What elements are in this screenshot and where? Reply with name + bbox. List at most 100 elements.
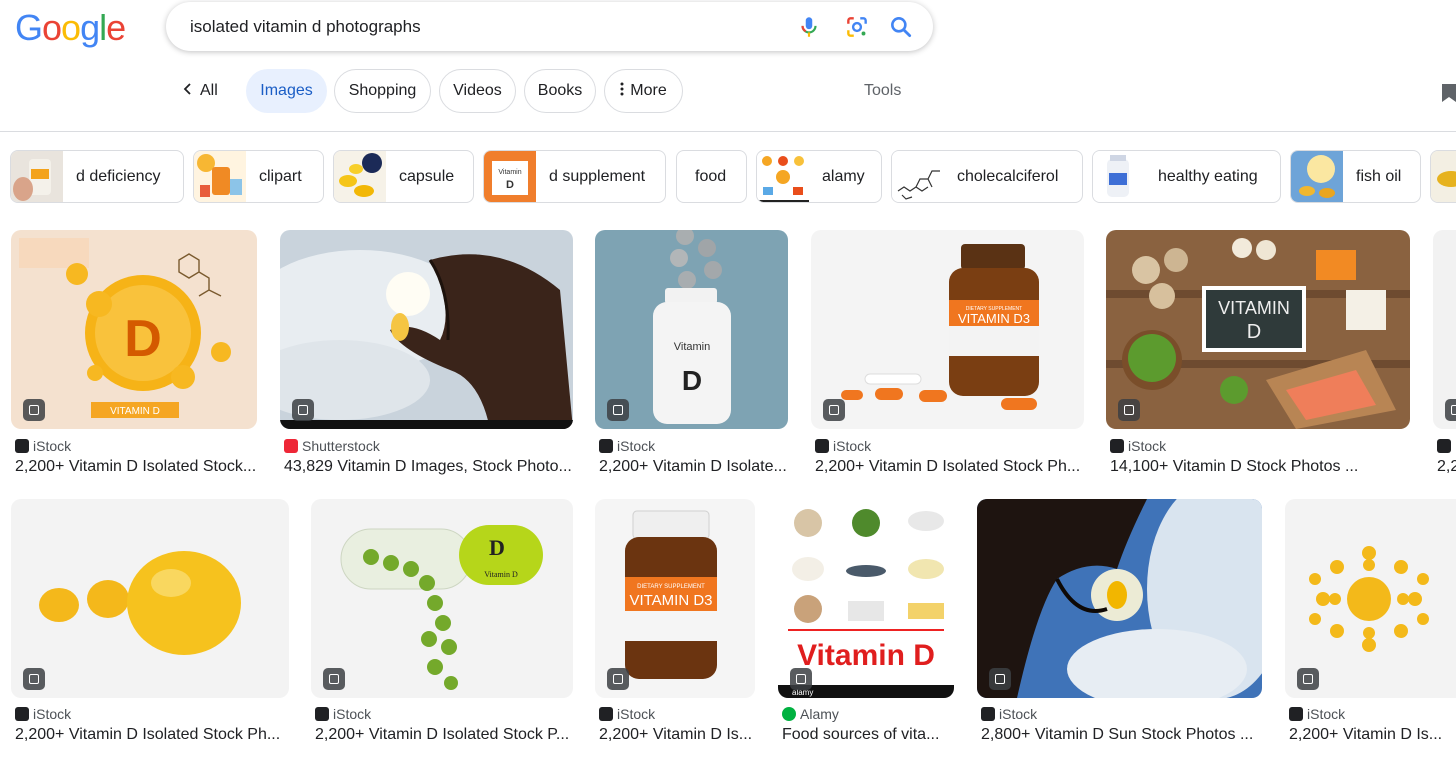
result-image[interactable]: D Vitamin D bbox=[311, 499, 573, 698]
tab-all-label: All bbox=[200, 82, 218, 99]
chip-thumbnail bbox=[757, 151, 809, 202]
search-icon[interactable] bbox=[888, 14, 914, 40]
image-text: D bbox=[1247, 321, 1261, 343]
image-type-icon bbox=[23, 668, 45, 690]
result-image[interactable]: DIETARY SUPPLEMENT VITAMIN D3 bbox=[811, 230, 1084, 429]
image-type-icon bbox=[607, 399, 629, 421]
result-title[interactable]: 2,200+ Vitamin D Isolate... bbox=[599, 456, 788, 478]
chip-food[interactable]: food bbox=[676, 150, 747, 203]
result-source[interactable]: iStock bbox=[15, 437, 71, 455]
result-source[interactable]: iStock bbox=[15, 705, 71, 723]
result-source[interactable]: Shutterstock bbox=[284, 437, 380, 455]
result-title[interactable]: 14,100+ Vitamin D Stock Photos ... bbox=[1110, 456, 1410, 478]
chip-partial[interactable] bbox=[1430, 150, 1456, 203]
chip-capsule[interactable]: capsule bbox=[333, 150, 474, 203]
result-title[interactable]: 2,200+ Vitamin D Isolated Stock... bbox=[15, 456, 257, 478]
result-source[interactable]: iStock bbox=[815, 437, 871, 455]
image-type-icon bbox=[790, 668, 812, 690]
result-title[interactable]: 2,2 bbox=[1437, 456, 1456, 478]
source-name: Shutterstock bbox=[302, 438, 380, 454]
image-type-icon bbox=[607, 668, 629, 690]
source-name: iStock bbox=[33, 438, 72, 454]
istock-favicon bbox=[1437, 439, 1451, 453]
result-image[interactable] bbox=[280, 230, 573, 429]
shutterstock-favicon bbox=[284, 439, 298, 453]
image-type-icon bbox=[323, 668, 345, 690]
tab-shopping[interactable]: Shopping bbox=[334, 69, 431, 113]
result-image[interactable] bbox=[977, 499, 1262, 698]
result-source[interactable] bbox=[1437, 437, 1455, 455]
chip-clipart[interactable]: clipart bbox=[193, 150, 324, 203]
result-title[interactable]: Food sources of vita... bbox=[782, 724, 954, 746]
result-title[interactable]: 2,800+ Vitamin D Sun Stock Photos ... bbox=[981, 724, 1262, 746]
chip-fish-oil[interactable]: fish oil bbox=[1290, 150, 1421, 203]
source-name: iStock bbox=[833, 438, 872, 454]
chip-d-supplement[interactable]: Vitamin D d supplement bbox=[483, 150, 666, 203]
result-title[interactable]: 2,200+ Vitamin D Is... bbox=[599, 724, 755, 746]
source-name: iStock bbox=[617, 438, 656, 454]
image-type-icon bbox=[1445, 399, 1456, 421]
image-type-icon bbox=[292, 399, 314, 421]
mic-icon[interactable] bbox=[796, 14, 822, 40]
alamy-favicon bbox=[782, 707, 796, 721]
chip-label: cholecalciferol bbox=[957, 168, 1059, 185]
result-image[interactable]: D VITAMIN D bbox=[11, 230, 257, 429]
result-title[interactable]: 2,200+ Vitamin D Is... bbox=[1289, 724, 1456, 746]
chip-label: food bbox=[695, 168, 727, 185]
chip-alamy[interactable]: alamy bbox=[756, 150, 882, 203]
search-input[interactable] bbox=[190, 2, 770, 51]
chip-label: clipart bbox=[259, 168, 302, 185]
chip-thumbnail bbox=[1291, 151, 1343, 202]
result-title[interactable]: 2,200+ Vitamin D Isolated Stock Ph... bbox=[815, 456, 1084, 478]
image-type-icon bbox=[23, 399, 45, 421]
result-title[interactable]: 2,200+ Vitamin D Isolated Stock P... bbox=[315, 724, 573, 746]
istock-favicon bbox=[981, 707, 995, 721]
chip-thumbnail bbox=[1093, 151, 1145, 202]
chip-healthy-eating[interactable]: healthy eating bbox=[1092, 150, 1281, 203]
result-source[interactable]: iStock bbox=[599, 437, 655, 455]
image-text: VITAMIN D3 bbox=[629, 592, 712, 609]
image-type-icon bbox=[823, 399, 845, 421]
image-text: DIETARY SUPPLEMENT bbox=[637, 584, 705, 590]
result-title[interactable]: 43,829 Vitamin D Images, Stock Photo... bbox=[284, 456, 573, 478]
image-text: VITAMIN D3 bbox=[958, 311, 1030, 326]
header-divider bbox=[0, 131, 1456, 132]
chip-label: capsule bbox=[399, 168, 455, 185]
chip-label: alamy bbox=[822, 168, 865, 185]
source-name: iStock bbox=[333, 706, 372, 722]
result-source[interactable]: iStock bbox=[1110, 437, 1166, 455]
image-type-icon bbox=[989, 668, 1011, 690]
source-name: Alamy bbox=[800, 706, 839, 722]
result-image[interactable]: VITAMIN D bbox=[1106, 230, 1410, 429]
tab-images[interactable]: Images bbox=[246, 69, 327, 113]
image-text: VITAMIN bbox=[1218, 298, 1290, 318]
google-logo[interactable]: Google bbox=[15, 6, 126, 50]
chip-d-deficiency[interactable]: d deficiency bbox=[10, 150, 184, 203]
tab-videos[interactable]: Videos bbox=[439, 69, 516, 113]
chip-thumb-text: D bbox=[506, 179, 514, 191]
result-title[interactable]: 2,200+ Vitamin D Isolated Stock Ph... bbox=[15, 724, 289, 746]
tools-button[interactable]: Tools bbox=[864, 69, 901, 113]
image-text: Vitamin D bbox=[797, 639, 935, 672]
logo-letter-o2: o bbox=[61, 7, 81, 48]
chip-cholecalciferol[interactable]: cholecalciferol bbox=[891, 150, 1083, 203]
tab-books[interactable]: Books bbox=[524, 69, 596, 113]
chip-thumbnail bbox=[194, 151, 246, 202]
lens-icon[interactable] bbox=[844, 14, 870, 40]
chip-label: fish oil bbox=[1356, 168, 1402, 185]
tab-all[interactable]: All bbox=[182, 69, 218, 113]
result-source[interactable]: iStock bbox=[1289, 705, 1345, 723]
search-tabs: All Images Shopping Videos Books More To… bbox=[0, 69, 1456, 115]
chip-thumbnail bbox=[1431, 151, 1456, 202]
image-text: Vitamin bbox=[674, 341, 710, 353]
result-image[interactable] bbox=[11, 499, 289, 698]
istock-favicon bbox=[15, 707, 29, 721]
search-box[interactable] bbox=[166, 2, 933, 51]
result-source[interactable]: Alamy bbox=[782, 705, 839, 723]
image-text: D bbox=[124, 310, 162, 368]
istock-favicon bbox=[599, 439, 613, 453]
tab-more[interactable]: More bbox=[604, 69, 683, 113]
result-source[interactable]: iStock bbox=[599, 705, 655, 723]
result-source[interactable]: iStock bbox=[315, 705, 371, 723]
result-source[interactable]: iStock bbox=[981, 705, 1037, 723]
